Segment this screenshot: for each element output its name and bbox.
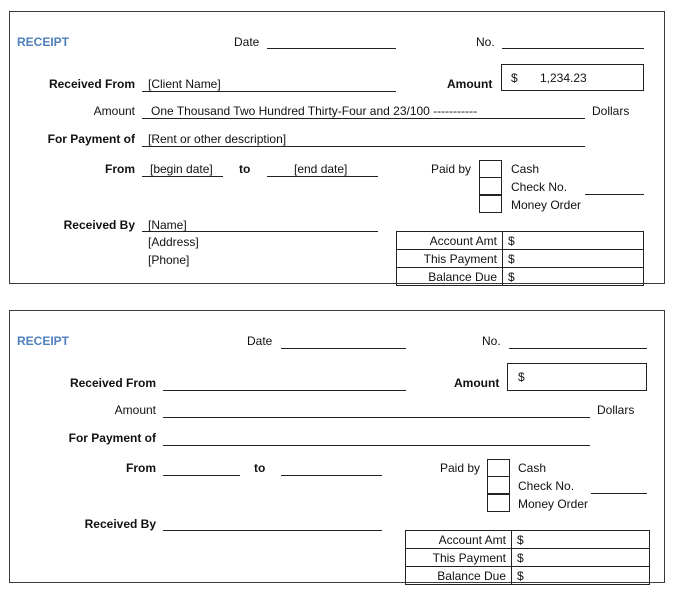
payment-summary-table: Account Amt $ This Payment $ Balance Due…	[396, 231, 644, 286]
payment-method-cash: Cash	[511, 162, 540, 176]
amount-label: Amount	[447, 77, 493, 91]
received-from-value: [Client Name]	[148, 77, 221, 91]
check-checkbox[interactable]	[479, 177, 502, 195]
received-from-label: Received From	[69, 376, 156, 390]
received-by-phone: [Phone]	[148, 253, 190, 267]
summary-label: Account Amt	[396, 231, 503, 250]
received-from-field[interactable]	[142, 91, 396, 92]
currency-symbol: $	[508, 269, 515, 284]
receipt-number-label: No.	[482, 334, 501, 348]
dollars-label: Dollars	[592, 104, 630, 118]
for-payment-label: For Payment of	[47, 132, 135, 146]
date-label: Date	[234, 35, 260, 49]
amount-currency: $	[511, 71, 518, 85]
for-payment-field[interactable]	[163, 445, 590, 446]
check-number-field[interactable]	[585, 194, 644, 195]
summary-value[interactable]: $	[511, 548, 650, 567]
check-number-field[interactable]	[591, 493, 647, 494]
currency-symbol: $	[517, 550, 524, 565]
summary-row-account-amt: Account Amt $	[405, 530, 650, 549]
amount-value: 1,234.23	[540, 71, 587, 85]
for-payment-field[interactable]	[142, 146, 585, 147]
currency-symbol: $	[517, 532, 524, 547]
from-date-value: [begin date]	[150, 162, 213, 176]
amount-words-value: One Thousand Two Hundred Thirty-Four and…	[151, 104, 478, 118]
summary-label: This Payment	[396, 249, 503, 268]
from-date-field[interactable]	[142, 176, 223, 177]
to-label: to	[254, 461, 266, 475]
received-by-field[interactable]	[163, 530, 382, 531]
paid-by-label: Paid by	[431, 162, 472, 176]
summary-row-this-payment: This Payment $	[405, 548, 650, 567]
from-label: From	[126, 461, 156, 475]
receipt-number-field[interactable]	[509, 348, 647, 349]
date-label: Date	[247, 334, 273, 348]
summary-row-balance-due: Balance Due $	[405, 566, 650, 585]
receipt-filled: RECEIPT Date No. Received From [Client N…	[9, 11, 665, 286]
received-by-label-text: Received By	[63, 218, 135, 232]
currency-symbol: $	[508, 233, 515, 248]
money-order-checkbox[interactable]	[479, 195, 502, 213]
received-by-label-text: Received By	[84, 517, 156, 531]
amount-currency: $	[518, 370, 525, 384]
receipt-number-field[interactable]	[502, 48, 644, 49]
receipt-blank: RECEIPT Date No. Received From Amount $ …	[9, 310, 665, 585]
from-date-field[interactable]	[163, 475, 240, 476]
to-date-field[interactable]	[281, 475, 382, 476]
received-from-label: Received From	[48, 77, 135, 91]
payment-summary-table: Account Amt $ This Payment $ Balance Due…	[405, 530, 650, 585]
amount-words-label: Amount	[114, 403, 156, 417]
payment-method-check: Check No.	[518, 479, 575, 493]
check-checkbox[interactable]	[487, 476, 510, 494]
currency-symbol: $	[517, 568, 524, 583]
receipt-number-label: No.	[476, 35, 495, 49]
date-field[interactable]	[267, 48, 396, 49]
received-by-name: [Name]	[148, 218, 187, 232]
amount-words-field[interactable]	[142, 118, 585, 119]
for-payment-label: For Payment of	[68, 431, 156, 445]
from-label: From	[105, 162, 135, 176]
payment-method-check: Check No.	[511, 180, 568, 194]
amount-words-field[interactable]	[163, 417, 590, 418]
summary-label: Balance Due	[405, 566, 512, 585]
amount-label: Amount	[454, 376, 500, 390]
receipt-title: RECEIPT	[17, 35, 70, 49]
payment-method-money-order: Money Order	[511, 198, 582, 212]
amount-words-label: Amount	[93, 104, 135, 118]
amount-field[interactable]: $ 1,234.23	[501, 64, 644, 91]
received-by-address: [Address]	[148, 235, 199, 249]
summary-value[interactable]: $	[502, 267, 644, 286]
received-by-label: Received By	[10, 517, 156, 531]
paid-by-label: Paid by	[440, 461, 481, 475]
received-from-field[interactable]	[163, 390, 406, 391]
received-by-label: Received By	[10, 218, 135, 232]
summary-row-account-amt: Account Amt $	[396, 231, 644, 250]
money-order-checkbox[interactable]	[487, 494, 510, 512]
payment-method-cash: Cash	[518, 461, 547, 475]
summary-label: This Payment	[405, 548, 512, 567]
dollars-label: Dollars	[597, 403, 635, 417]
payment-method-money-order: Money Order	[518, 497, 589, 511]
currency-symbol: $	[508, 251, 515, 266]
summary-row-this-payment: This Payment $	[396, 249, 644, 268]
summary-value[interactable]: $	[502, 231, 644, 250]
summary-value[interactable]: $	[511, 530, 650, 549]
receipt-title: RECEIPT	[17, 334, 70, 348]
summary-label: Balance Due	[396, 267, 503, 286]
cash-checkbox[interactable]	[479, 160, 502, 178]
for-payment-value: [Rent or other description]	[148, 132, 287, 146]
to-date-field[interactable]	[267, 176, 378, 177]
to-label: to	[239, 162, 251, 176]
date-field[interactable]	[281, 348, 406, 349]
summary-row-balance-due: Balance Due $	[396, 267, 644, 286]
summary-value[interactable]: $	[502, 249, 644, 268]
cash-checkbox[interactable]	[487, 459, 510, 477]
to-date-value: [end date]	[294, 162, 348, 176]
amount-field[interactable]: $	[507, 363, 647, 391]
summary-label: Account Amt	[405, 530, 512, 549]
summary-value[interactable]: $	[511, 566, 650, 585]
